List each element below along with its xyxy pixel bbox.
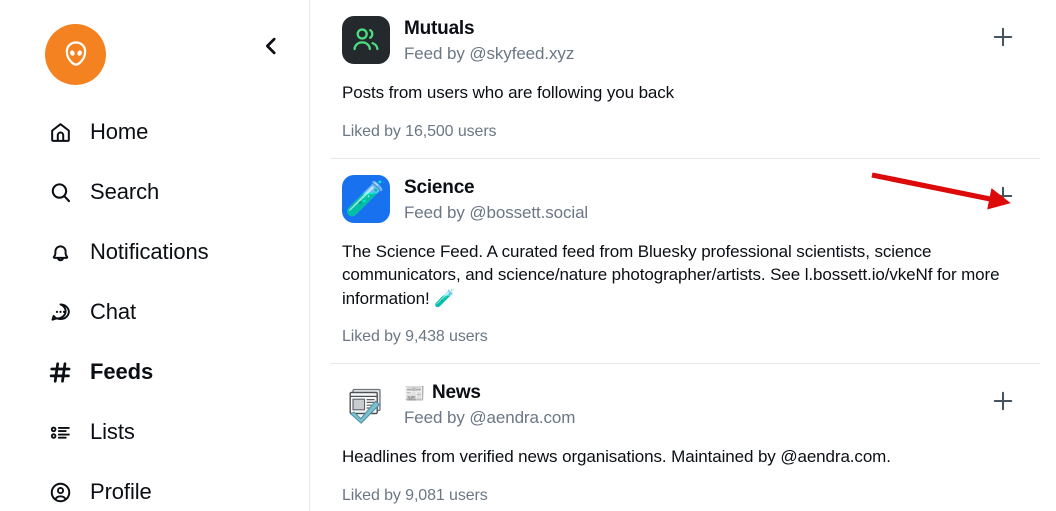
newspaper-emoji-icon: 📰 xyxy=(404,383,425,403)
feed-avatar xyxy=(342,16,390,64)
sidebar-item-lists[interactable]: Lists xyxy=(0,402,309,462)
plus-icon xyxy=(993,186,1013,205)
sidebar: Home Search Notifications Chat Feeds Lis… xyxy=(0,0,310,511)
home-icon xyxy=(46,118,74,146)
feed-card-science[interactable]: 🧪 Science Feed by @bossett.social The Sc… xyxy=(330,157,1040,364)
sidebar-item-label: Feeds xyxy=(90,359,154,384)
feed-title-row: Mutuals xyxy=(404,17,974,41)
newspaper-check-icon xyxy=(349,388,381,424)
two-people-icon xyxy=(353,28,379,51)
feed-meta: Mutuals Feed by @skyfeed.xyz xyxy=(404,16,974,65)
person-circle-icon xyxy=(46,478,74,506)
feed-like-count: Liked by 16,500 users xyxy=(342,122,497,140)
feed-card-mutuals[interactable]: Mutuals Feed by @skyfeed.xyz Posts from … xyxy=(330,0,1040,158)
plus-icon xyxy=(993,391,1013,411)
feed-byline: Feed by @aendra.com xyxy=(404,408,576,427)
sidebar-item-home[interactable]: Home xyxy=(0,102,309,162)
sidebar-item-chat[interactable]: Chat xyxy=(0,282,309,342)
feed-meta: Science Feed by @bossett.social xyxy=(404,175,974,224)
chevron-left-icon xyxy=(266,37,276,55)
feed-title-row: 📰 News xyxy=(404,381,974,405)
hashtag-icon xyxy=(46,358,74,386)
feed-title-text: News xyxy=(431,382,481,403)
add-feed-button-news[interactable] xyxy=(988,386,1018,416)
add-feed-button-mutuals[interactable] xyxy=(988,22,1018,52)
sidebar-item-label: Search xyxy=(90,179,160,204)
app-root: Home Search Notifications Chat Feeds Lis… xyxy=(0,0,1056,511)
sidebar-item-label: Notifications xyxy=(90,239,209,264)
feed-byline: Feed by @skyfeed.xyz xyxy=(404,44,575,63)
feed-header: 📰 News Feed by @aendra.com xyxy=(342,380,1024,429)
feed-header: 🧪 Science Feed by @bossett.social xyxy=(342,174,1024,224)
add-feed-button-science[interactable] xyxy=(988,181,1018,211)
alien-avatar-icon xyxy=(65,40,86,66)
sidebar-header xyxy=(0,0,309,95)
app-logo[interactable] xyxy=(45,24,106,85)
feed-meta: 📰 News Feed by @aendra.com xyxy=(404,380,974,429)
list-icon xyxy=(46,418,74,446)
test-tube-icon: 🧪 xyxy=(344,179,388,218)
sidebar-item-label: Home xyxy=(90,119,149,144)
feed-description: Headlines from verified news organisatio… xyxy=(342,447,891,466)
feed-like-count: Liked by 9,081 users xyxy=(342,486,488,504)
collapse-sidebar-button[interactable] xyxy=(253,28,289,64)
feed-title-text: Science xyxy=(404,176,475,198)
sidebar-item-notifications[interactable]: Notifications xyxy=(0,222,309,282)
feed-avatar xyxy=(342,380,390,428)
feed-title-text: Mutuals xyxy=(404,18,475,39)
sidebar-nav: Home Search Notifications Chat Feeds Lis… xyxy=(0,102,309,511)
feed-card-news[interactable]: 📰 News Feed by @aendra.com Headlines fro… xyxy=(330,363,1040,511)
sidebar-item-label: Lists xyxy=(90,419,135,444)
feed-like-count: Liked by 9,438 users xyxy=(342,328,488,345)
sidebar-item-profile[interactable]: Profile xyxy=(0,462,309,511)
search-icon xyxy=(46,178,74,206)
sidebar-item-feeds[interactable]: Feeds xyxy=(0,342,309,402)
sidebar-item-label: Chat xyxy=(90,299,137,324)
feeds-list: Mutuals Feed by @skyfeed.xyz Posts from … xyxy=(310,0,1056,511)
feed-description: The Science Feed. A curated feed from Bl… xyxy=(342,241,1000,308)
feed-avatar: 🧪 xyxy=(342,174,390,223)
bell-icon xyxy=(46,238,74,266)
feed-title-row: Science xyxy=(404,176,974,200)
feed-description: Posts from users who are following you b… xyxy=(342,83,675,102)
sidebar-item-label: Profile xyxy=(90,479,152,504)
feed-header: Mutuals Feed by @skyfeed.xyz xyxy=(342,16,1024,65)
sidebar-item-search[interactable]: Search xyxy=(0,162,309,222)
plus-icon xyxy=(993,27,1013,47)
chat-bubble-icon xyxy=(46,298,74,326)
feed-byline: Feed by @bossett.social xyxy=(404,202,589,222)
